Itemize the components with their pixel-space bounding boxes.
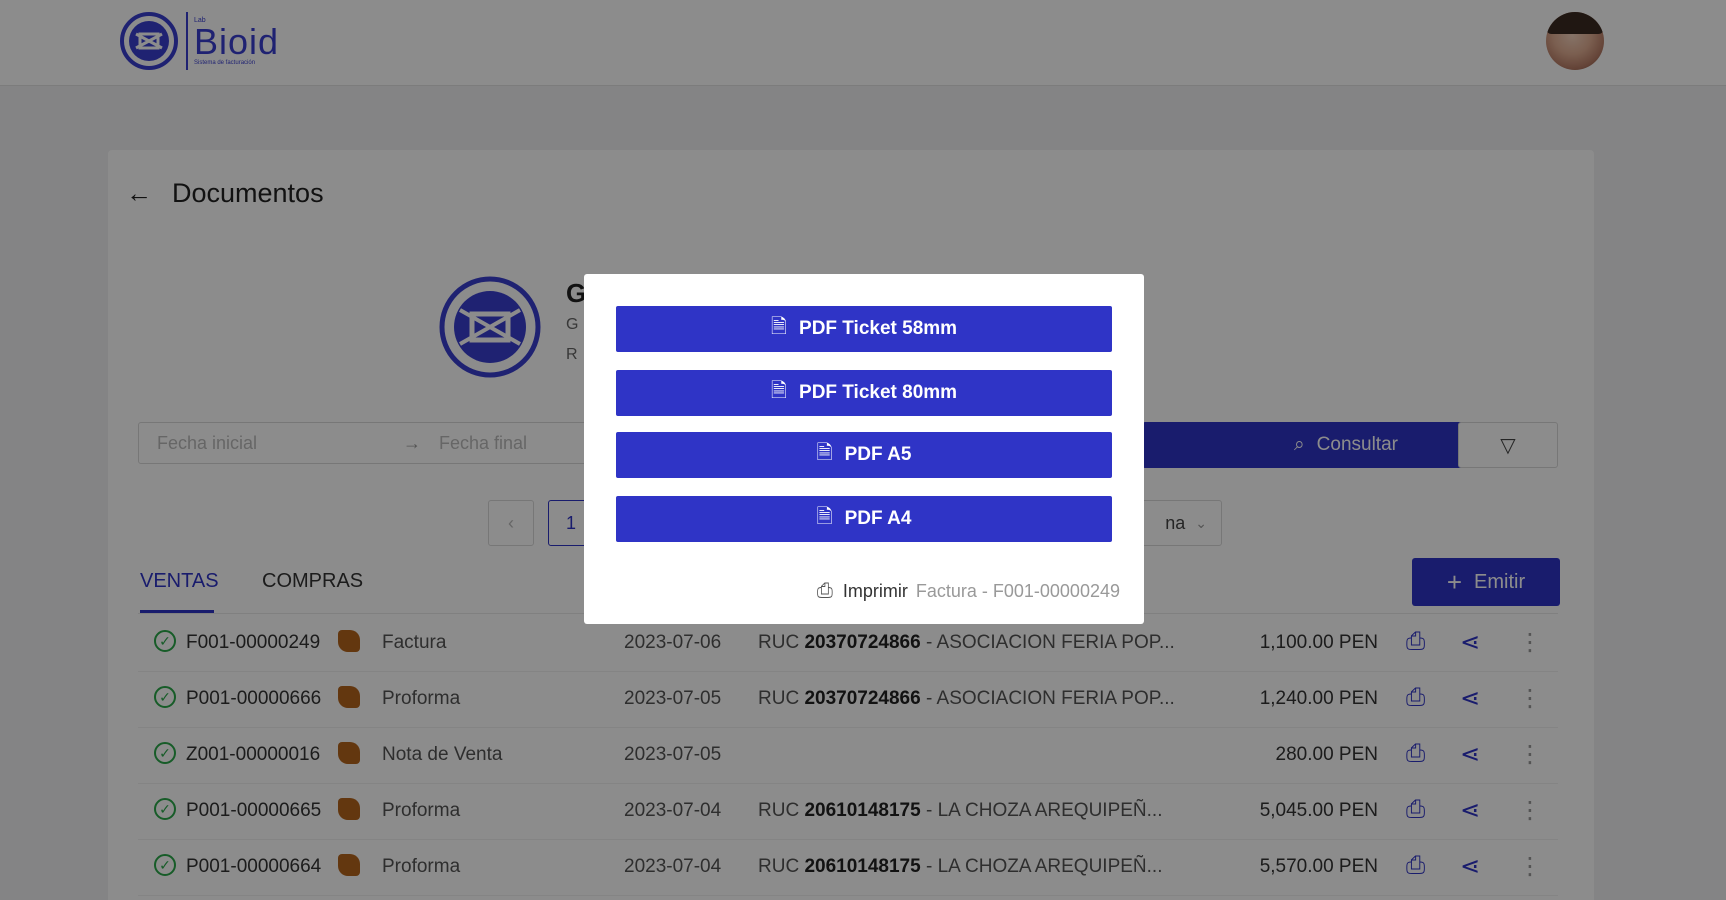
pdf-button-label: PDF A5 (844, 444, 912, 465)
printer-icon: ⎙ (816, 580, 833, 602)
pdf-ticket-80mm-button[interactable]: 🗎 PDF Ticket 80mm (616, 370, 1112, 416)
modal-footer-document: Factura - F001-00000249 (915, 581, 1120, 601)
pdf-button-label: PDF Ticket 80mm (799, 382, 958, 403)
modal-footer-label: Imprimir (842, 581, 908, 601)
print-options-modal: 🗎 PDF Ticket 58mm 🗎 PDF Ticket 80mm 🗎 PD… (584, 274, 1144, 624)
pdf-button-label: PDF A4 (844, 508, 912, 529)
file-pdf-icon: 🗎 (816, 442, 833, 464)
pdf-a5-button[interactable]: 🗎 PDF A5 (616, 432, 1112, 478)
pdf-button-label: PDF Ticket 58mm (799, 318, 958, 339)
file-pdf-icon: 🗎 (816, 506, 833, 528)
modal-footer: ⎙ Imprimir Factura - F001-00000249 (817, 580, 1120, 603)
file-pdf-icon: 🗎 (770, 380, 788, 402)
pdf-ticket-58mm-button[interactable]: 🗎 PDF Ticket 58mm (616, 306, 1112, 352)
pdf-a4-button[interactable]: 🗎 PDF A4 (616, 496, 1112, 542)
file-pdf-icon: 🗎 (770, 316, 788, 338)
